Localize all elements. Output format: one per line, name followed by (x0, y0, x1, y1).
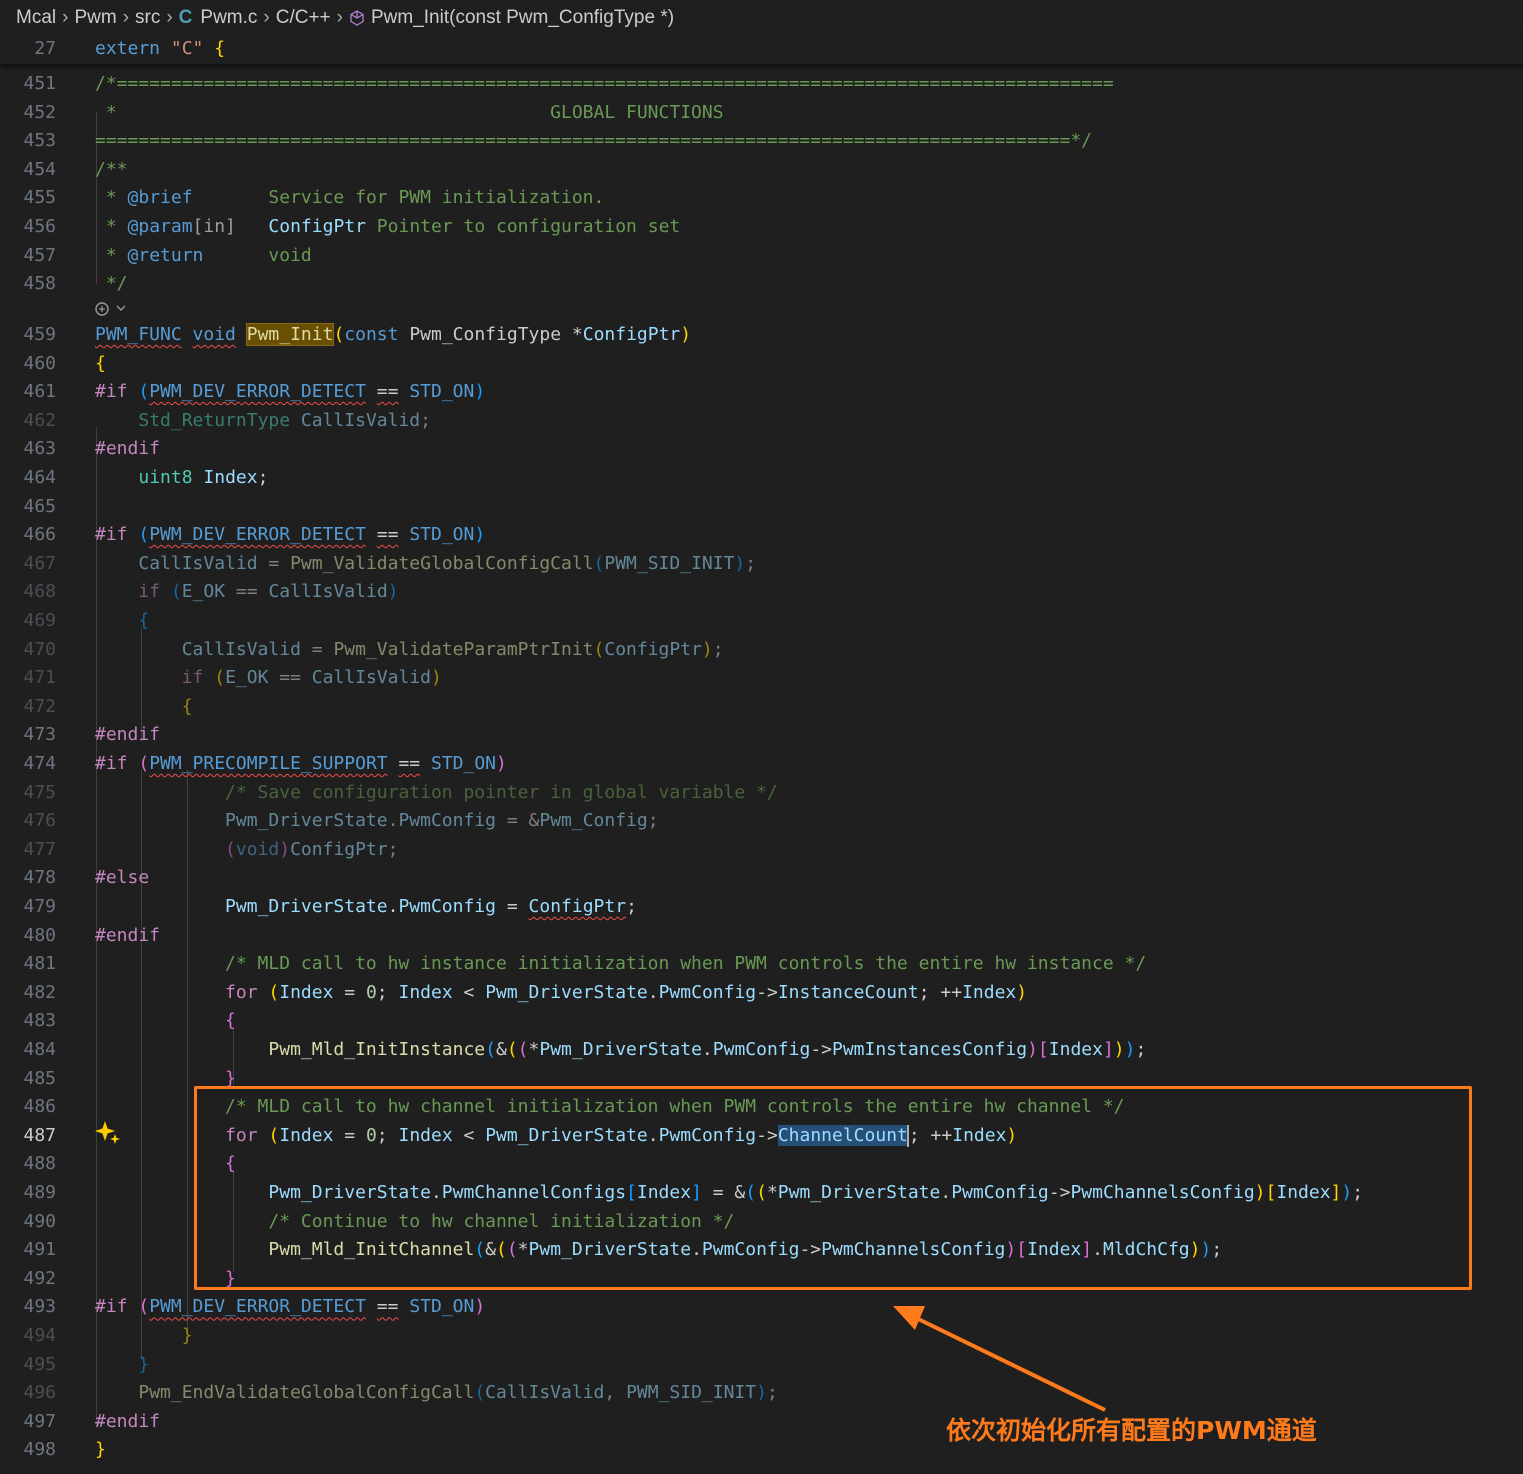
annotation-text: 依次初始化所有配置的PWM通道 (946, 1416, 1317, 1445)
annotation-arrow (893, 1306, 1106, 1412)
